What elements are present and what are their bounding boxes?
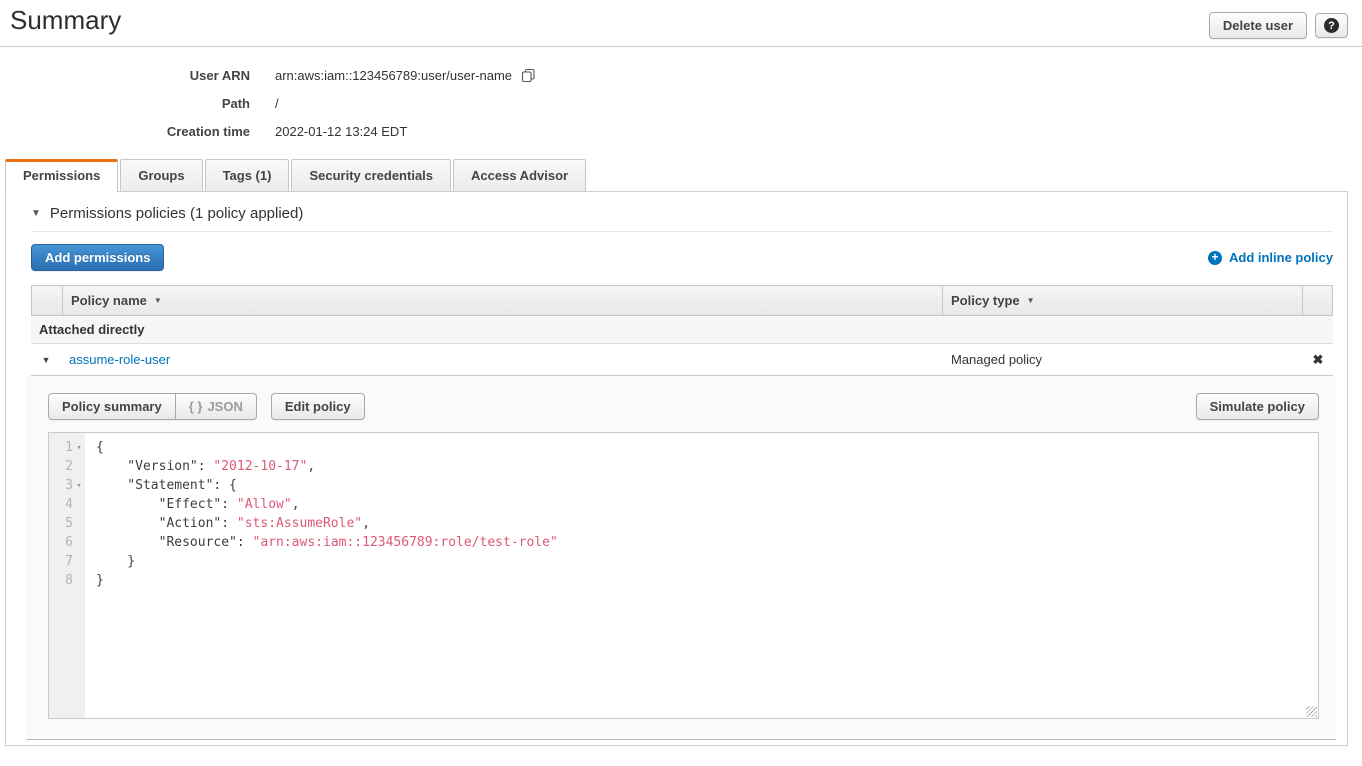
json-view-button[interactable]: { } JSON — [176, 393, 257, 420]
editor-code-line[interactable]: "Effect": "Allow", — [96, 495, 1318, 514]
editor-line-number: 6 — [49, 533, 85, 552]
fold-caret-icon[interactable]: ▾ — [73, 481, 85, 491]
policy-summary-button[interactable]: Policy summary — [48, 393, 176, 420]
editor-line-number[interactable]: 1▾ — [49, 438, 85, 457]
policy-type-header-label: Policy type — [951, 293, 1020, 308]
plus-icon: + — [1208, 251, 1222, 265]
copy-icon[interactable] — [521, 68, 536, 83]
remove-policy-cell: ✖ — [1303, 352, 1333, 368]
collapse-caret-icon: ▼ — [31, 208, 41, 219]
user-arn-label: User ARN — [0, 68, 250, 83]
policy-view-toggle-group: Policy summary { } JSON — [48, 393, 257, 420]
page-title: Summary — [10, 5, 121, 36]
help-icon: ? — [1324, 18, 1339, 33]
policy-name-header-label: Policy name — [71, 293, 147, 308]
creation-time-value: 2022-01-12 13:24 EDT — [275, 124, 407, 139]
attached-directly-group-row: Attached directly — [31, 316, 1333, 344]
editor-code-line[interactable]: "Statement": { — [96, 476, 1318, 495]
fold-caret-icon[interactable]: ▾ — [73, 443, 85, 453]
editor-code-line[interactable]: "Version": "2012-10-17", — [96, 457, 1318, 476]
policies-table: Policy name ▼ Policy type ▼ Attached dir… — [31, 285, 1333, 376]
policies-table-header: Policy name ▼ Policy type ▼ — [31, 285, 1333, 316]
policy-actions-row: Add permissions + Add inline policy — [31, 244, 1333, 271]
edit-policy-button[interactable]: Edit policy — [271, 393, 365, 420]
tab-groups[interactable]: Groups — [120, 159, 202, 191]
sort-caret-icon: ▼ — [154, 296, 162, 305]
policy-view-toolbar: Policy summary { } JSON Edit policy Simu… — [48, 393, 1319, 420]
policy-type-column-header[interactable]: Policy type ▼ — [942, 286, 1302, 315]
policy-type-cell: Managed policy — [943, 352, 1303, 367]
policy-table-row: ▼ assume-role-user Managed policy ✖ — [31, 344, 1333, 376]
simulate-policy-button[interactable]: Simulate policy — [1196, 393, 1319, 420]
help-button[interactable]: ? — [1315, 13, 1348, 38]
editor-code-line[interactable]: { — [96, 438, 1318, 457]
editor-line-number: 7 — [49, 552, 85, 571]
editor-code-line[interactable]: } — [96, 552, 1318, 571]
tab-permissions[interactable]: Permissions — [5, 159, 118, 192]
editor-code-area[interactable]: { "Version": "2012-10-17", "Statement": … — [85, 433, 1318, 718]
policy-name-cell: assume-role-user — [61, 352, 943, 367]
user-meta: User ARN arn:aws:iam::123456789:user/use… — [0, 61, 1362, 145]
editor-line-number[interactable]: 3▾ — [49, 476, 85, 495]
meta-row-creation-time: Creation time 2022-01-12 13:24 EDT — [0, 117, 1362, 145]
add-permissions-button[interactable]: Add permissions — [31, 244, 164, 271]
policy-detail-panel: Policy summary { } JSON Edit policy Simu… — [26, 376, 1336, 740]
resize-handle-icon[interactable] — [1306, 706, 1317, 717]
braces-icon: { } — [189, 399, 203, 414]
user-arn-value: arn:aws:iam::123456789:user/user-name — [275, 68, 536, 83]
path-value: / — [275, 96, 279, 111]
add-inline-policy-link[interactable]: + Add inline policy — [1208, 250, 1333, 265]
delete-user-button[interactable]: Delete user — [1209, 12, 1307, 39]
json-editor[interactable]: 1▾23▾45678 { "Version": "2012-10-17", "S… — [48, 432, 1319, 719]
editor-code-line[interactable]: "Resource": "arn:aws:iam::123456789:role… — [96, 533, 1318, 552]
add-inline-policy-label: Add inline policy — [1229, 250, 1333, 265]
json-view-label: JSON — [207, 399, 242, 414]
permissions-tab-panel: ▼ Permissions policies (1 policy applied… — [5, 191, 1348, 746]
tab-access-advisor[interactable]: Access Advisor — [453, 159, 586, 191]
meta-row-path: Path / — [0, 89, 1362, 117]
permissions-policies-section-header[interactable]: ▼ Permissions policies (1 policy applied… — [31, 192, 1333, 232]
actions-column-header — [1302, 286, 1332, 315]
editor-gutter: 1▾23▾45678 — [49, 433, 85, 718]
editor-line-number: 5 — [49, 514, 85, 533]
meta-row-user-arn: User ARN arn:aws:iam::123456789:user/use… — [0, 61, 1362, 89]
sort-caret-icon: ▼ — [1027, 296, 1035, 305]
permissions-policies-title: Permissions policies (1 policy applied) — [50, 205, 303, 222]
editor-line-number: 4 — [49, 495, 85, 514]
tab-tags[interactable]: Tags (1) — [205, 159, 290, 191]
creation-time-label: Creation time — [0, 124, 250, 139]
editor-code-line[interactable]: } — [96, 571, 1318, 590]
user-arn-text: arn:aws:iam::123456789:user/user-name — [275, 68, 512, 83]
editor-line-number: 2 — [49, 457, 85, 476]
policy-name-column-header[interactable]: Policy name ▼ — [62, 286, 942, 315]
tab-bar: Permissions Groups Tags (1) Security cre… — [5, 159, 1362, 191]
tab-security-credentials[interactable]: Security credentials — [291, 159, 451, 191]
remove-policy-icon[interactable]: ✖ — [1313, 352, 1324, 368]
editor-line-number: 8 — [49, 571, 85, 590]
policy-name-link[interactable]: assume-role-user — [69, 352, 170, 367]
header-actions: Delete user ? — [1209, 12, 1348, 39]
editor-code-line[interactable]: "Action": "sts:AssumeRole", — [96, 514, 1318, 533]
row-expander-caret-icon[interactable]: ▼ — [42, 355, 51, 365]
path-label: Path — [0, 96, 250, 111]
page-header: Summary Delete user ? — [0, 0, 1362, 47]
row-expander-cell: ▼ — [31, 355, 61, 365]
expander-column-header — [32, 286, 62, 315]
